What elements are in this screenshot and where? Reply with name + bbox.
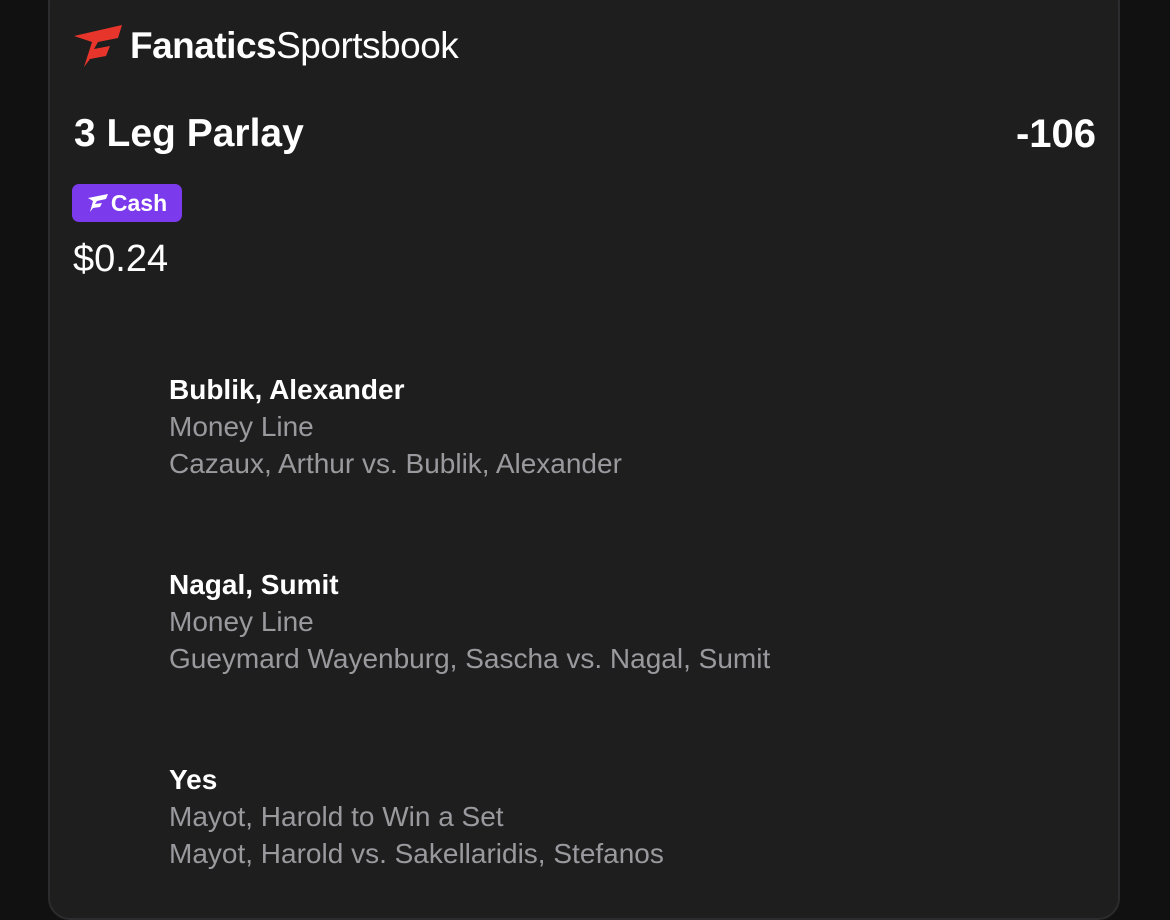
brand-name-regular: Sportsbook — [276, 25, 459, 66]
fanatics-f-icon — [87, 194, 108, 212]
brand-name: FanaticsSportsbook — [130, 25, 459, 67]
leg-selection: Bublik, Alexander — [169, 374, 405, 405]
cash-badge-label: Cash — [110, 189, 168, 216]
leg-market: Money Line — [169, 411, 314, 442]
fanatics-flag-icon — [74, 25, 122, 67]
leg-selection: Nagal, Sumit — [169, 569, 339, 600]
leg-market: Money Line — [169, 606, 314, 637]
leg-item: Yes Mayot, Harold to Win a Set Mayot, Ha… — [169, 761, 664, 872]
brand-name-bold: Fanatics — [130, 25, 277, 66]
brand-logo: FanaticsSportsbook — [72, 24, 459, 68]
leg-event: Mayot, Harold vs. Sakellaridis, Stefanos — [169, 838, 664, 869]
stake-amount: $0.24 — [73, 238, 169, 280]
leg-event: Gueymard Wayenburg, Sascha vs. Nagal, Su… — [169, 643, 771, 674]
cash-badge: Cash — [72, 184, 182, 222]
bet-odds: -106 — [1015, 112, 1096, 156]
leg-selection: Yes — [169, 764, 218, 795]
leg-item: Nagal, Sumit Money Line Gueymard Wayenbu… — [169, 566, 770, 677]
bet-title: 3 Leg Parlay — [74, 112, 304, 155]
leg-item: Bublik, Alexander Money Line Cazaux, Art… — [169, 371, 622, 482]
leg-event: Cazaux, Arthur vs. Bublik, Alexander — [169, 448, 622, 479]
leg-market: Mayot, Harold to Win a Set — [169, 801, 504, 832]
